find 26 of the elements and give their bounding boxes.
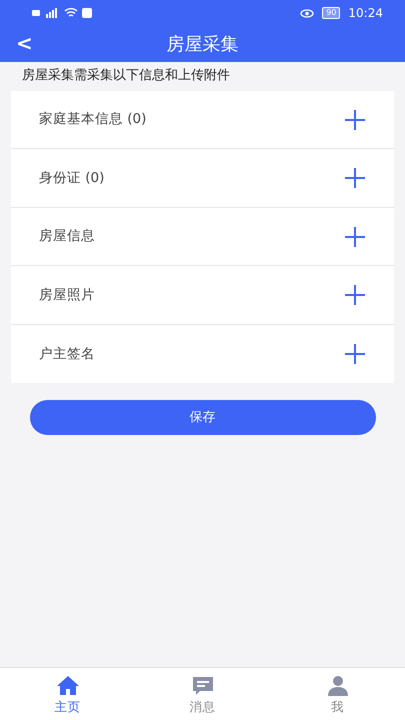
notification-icon xyxy=(82,8,92,18)
wifi-icon xyxy=(64,8,78,18)
add-button[interactable] xyxy=(344,107,366,132)
chat-icon xyxy=(190,674,214,698)
add-button[interactable] xyxy=(344,342,366,366)
tab[interactable]: 消息 xyxy=(135,668,270,720)
status-time: 10:24 xyxy=(348,5,383,22)
battery-icon: 90 xyxy=(322,7,340,19)
signal-icon xyxy=(32,8,60,18)
save-button[interactable]: 保存 xyxy=(30,400,376,435)
person-icon xyxy=(326,674,350,698)
tab[interactable]: 我 xyxy=(270,668,405,720)
instruction-text: 房屋采集需采集以下信息和上传附件 xyxy=(21,67,231,85)
page-title: 房屋采集 xyxy=(166,32,238,56)
item-label: 户主签名 xyxy=(39,344,95,364)
add-button[interactable] xyxy=(344,224,366,248)
add-button[interactable] xyxy=(344,166,366,190)
tab[interactable]: 主页 xyxy=(0,668,135,720)
item-label: 房屋信息 xyxy=(39,227,95,246)
eye-icon xyxy=(300,8,314,18)
add-button[interactable] xyxy=(344,282,366,307)
item-label: 家庭基本信息 (0) xyxy=(39,110,146,130)
home-icon xyxy=(56,674,80,698)
item-label: 身份证 (0) xyxy=(39,168,104,188)
item-label: 房屋照片 xyxy=(39,286,95,305)
back-button[interactable]: < xyxy=(10,28,39,58)
